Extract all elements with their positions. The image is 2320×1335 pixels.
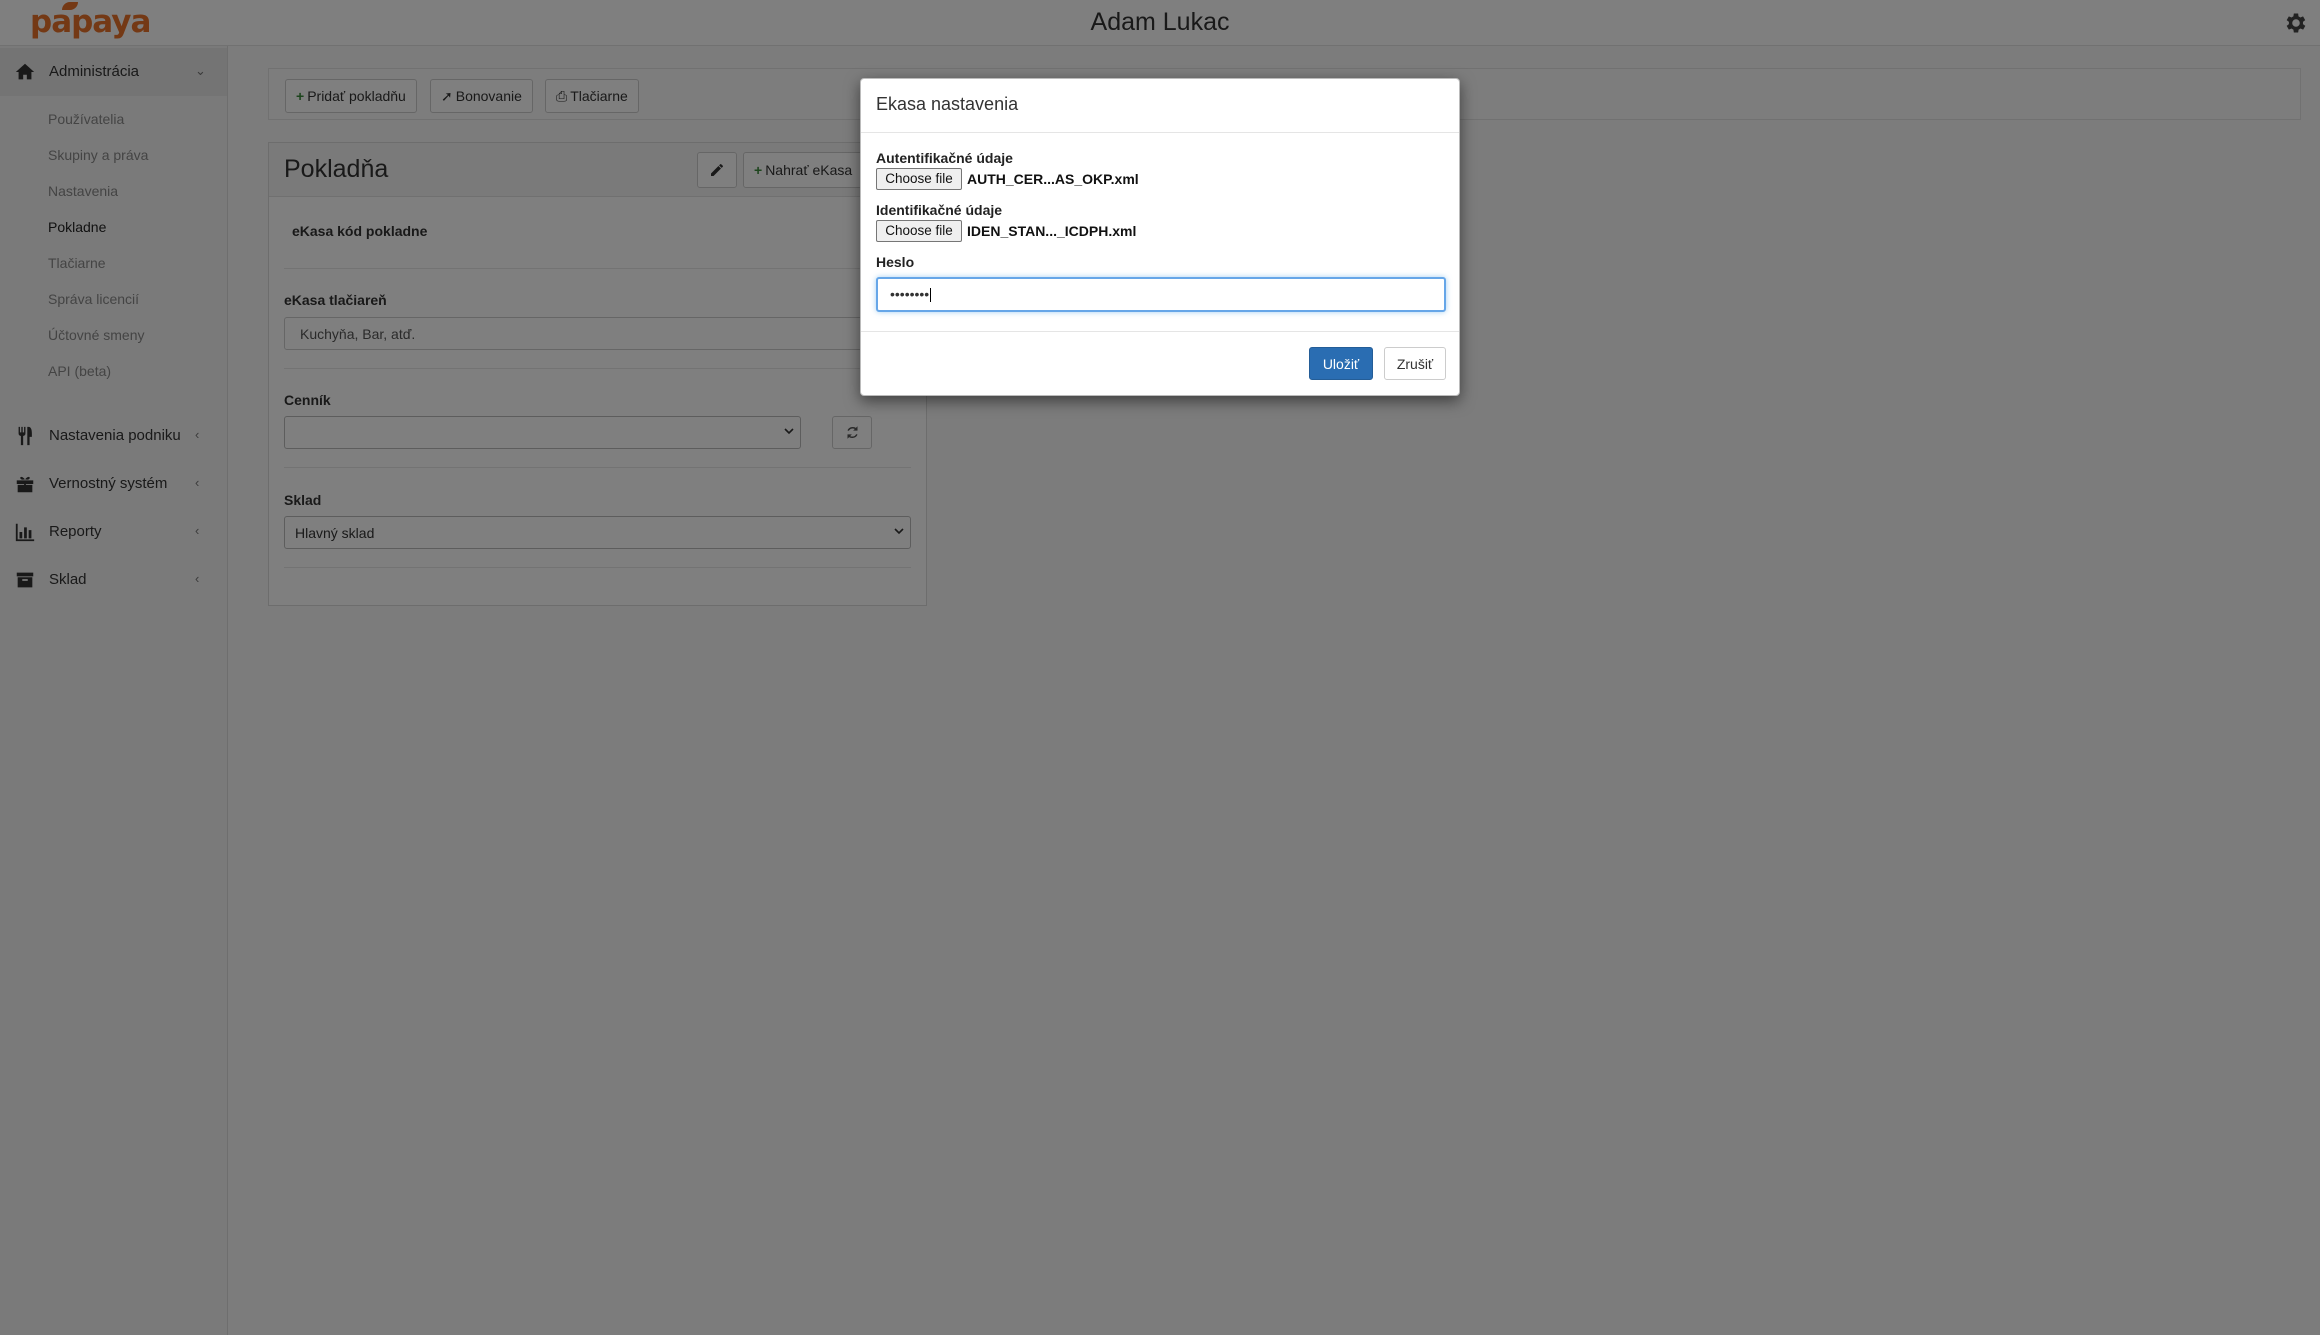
auth-data-label: Autentifikačné údaje <box>876 150 1013 166</box>
password-label: Heslo <box>876 254 915 270</box>
save-button[interactable]: Uložiť <box>1309 347 1373 380</box>
ident-file-name: IDEN_STAN..._ICDPH.xml <box>967 223 1137 239</box>
dialog-footer-divider <box>861 331 1459 332</box>
cancel-button[interactable]: Zrušiť <box>1384 347 1446 380</box>
dialog-title: Ekasa nastavenia <box>876 94 1019 114</box>
ekasa-settings-dialog: Ekasa nastavenia Autentifikačné údaje Ch… <box>860 78 1460 396</box>
auth-file-name: AUTH_CER...AS_OKP.xml <box>967 171 1139 187</box>
auth-choose-file-button[interactable]: Choose file <box>876 168 962 190</box>
text-cursor <box>930 288 932 303</box>
ident-data-label: Identifikačné údaje <box>876 202 1003 218</box>
password-value: •••••••• <box>890 286 930 302</box>
password-input[interactable]: •••••••• <box>876 277 1446 312</box>
ident-choose-file-button[interactable]: Choose file <box>876 220 962 242</box>
dialog-header-divider <box>861 132 1459 133</box>
